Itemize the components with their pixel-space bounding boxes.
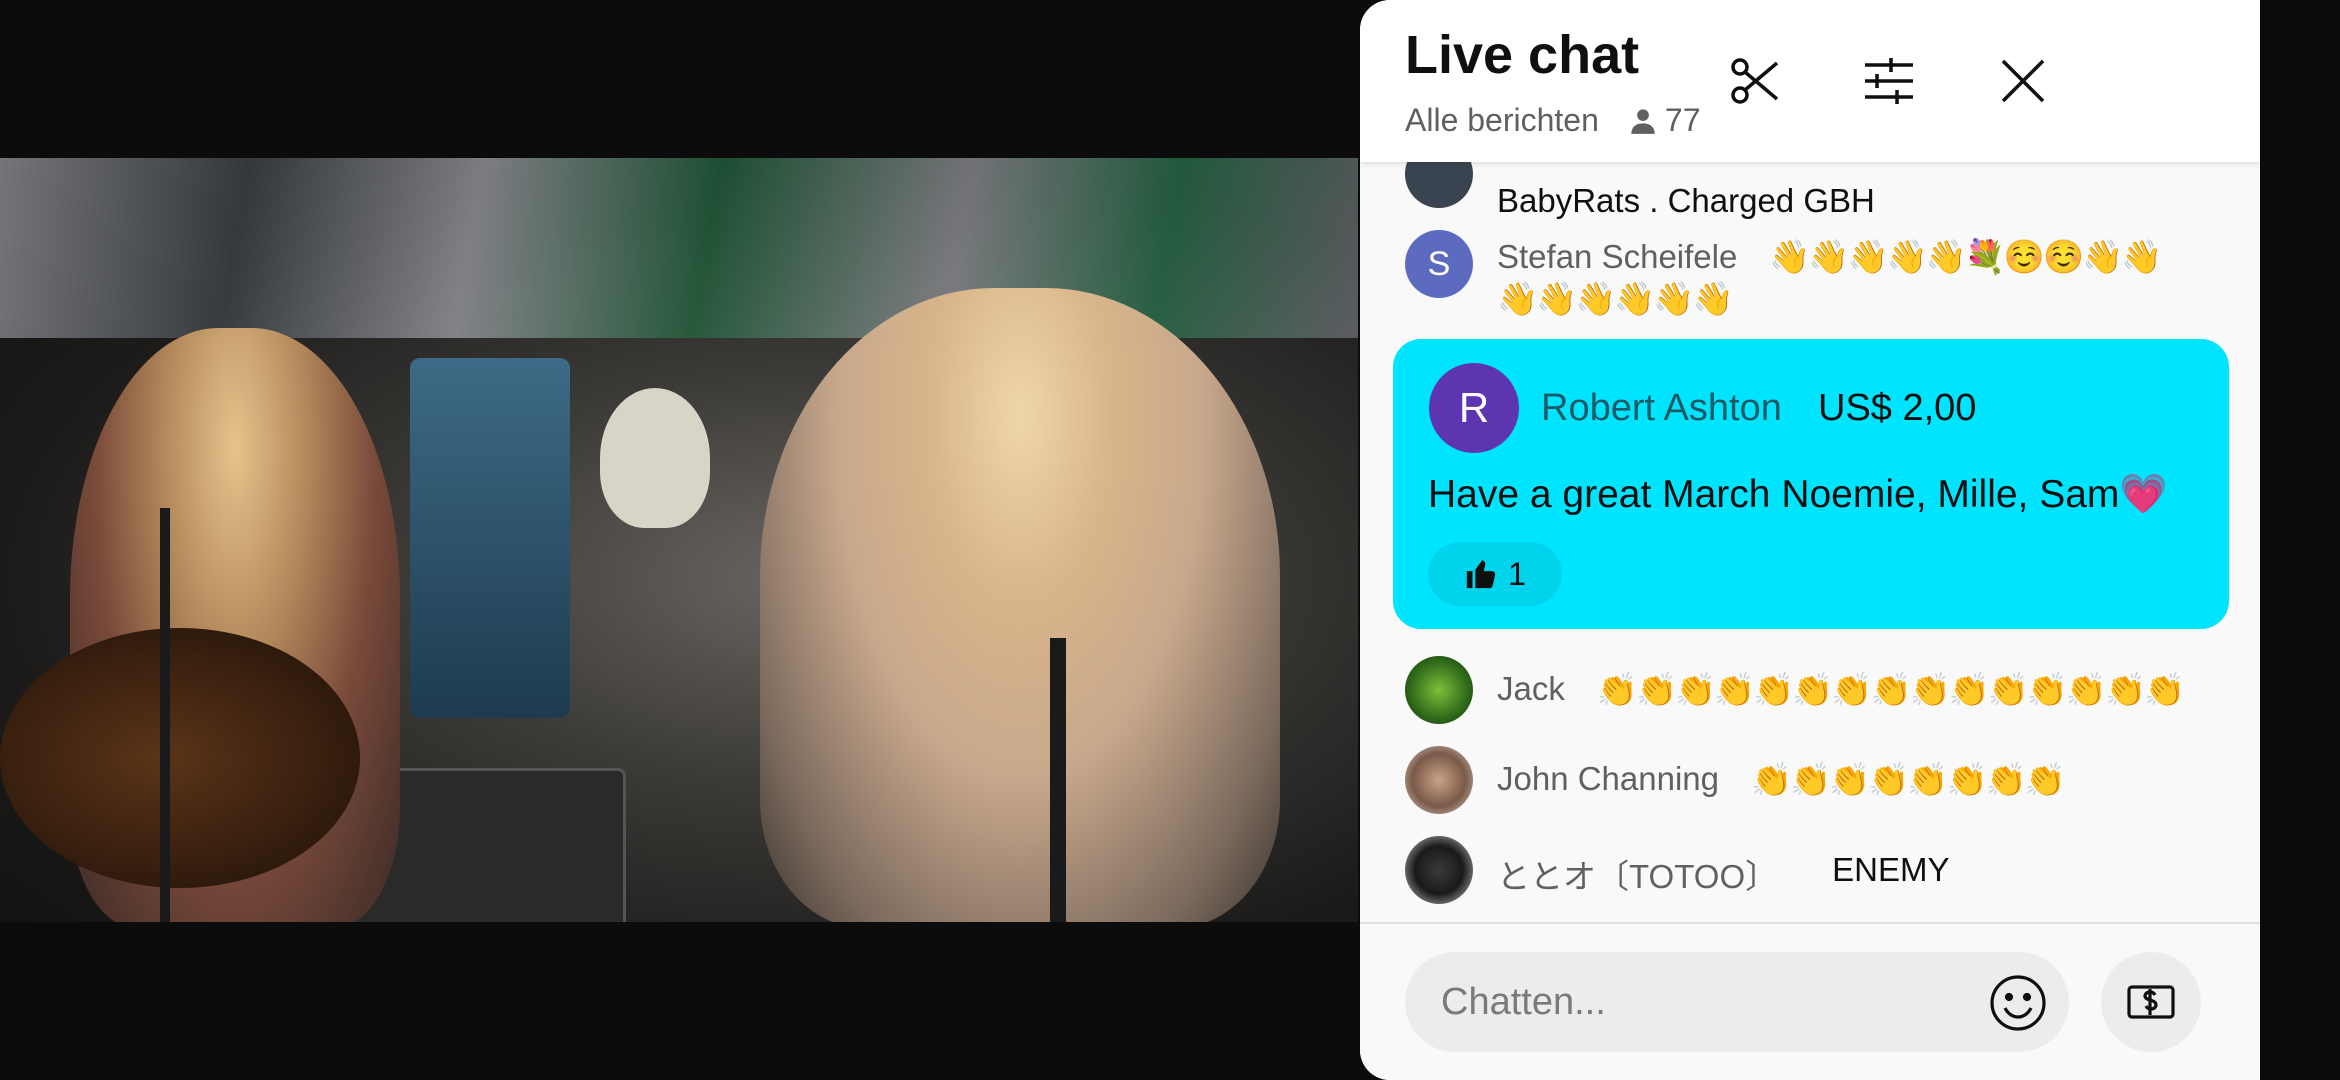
- message-text-continued: 👋👋👋👋👋👋: [1497, 280, 1734, 317]
- avatar[interactable]: R: [1429, 363, 1519, 453]
- avatar[interactable]: [1405, 746, 1473, 814]
- chat-message: John Channing 👏👏👏👏👏👏👏👏: [1405, 746, 2066, 814]
- clip-icon: [1731, 58, 1779, 104]
- chat-message: Jack 👏👏👏👏👏👏👏👏👏👏👏👏👏👏👏: [1405, 656, 2185, 724]
- live-chat-panel: Live chat Alle berichten 77 BabyRats . C…: [1360, 0, 2260, 1080]
- message-text: BabyRats . Charged GBH: [1497, 182, 1875, 219]
- avatar[interactable]: S: [1405, 230, 1473, 298]
- super-chat-author[interactable]: Robert Ashton: [1541, 387, 1782, 430]
- video-frame[interactable]: [0, 158, 1358, 922]
- viewer-count-value: 77: [1664, 102, 1701, 138]
- video-ceiling-decoration: [0, 158, 1358, 338]
- video-player[interactable]: [0, 0, 1360, 1080]
- super-chat-text: Have a great March Noemie, Mille, Sam💗: [1428, 473, 2168, 516]
- super-chat-amount: US$ 2,00: [1818, 387, 1977, 429]
- chat-message: BabyRats . Charged GBH: [1405, 162, 1875, 222]
- avatar[interactable]: [1405, 836, 1473, 904]
- chat-message-list[interactable]: BabyRats . Charged GBH S Stefan Scheifel…: [1360, 162, 2260, 922]
- video-mic-stand-left: [160, 508, 170, 922]
- viewer-count: 77: [1629, 102, 1701, 139]
- message-text: ENEMY: [1832, 851, 1950, 888]
- video-mic-right: [1050, 638, 1066, 922]
- thumbs-up-icon: [1466, 559, 1496, 589]
- filter-settings-button[interactable]: [1858, 50, 1920, 112]
- chat-input[interactable]: Chatten...: [1405, 952, 2069, 1052]
- video-skull-figure: [600, 388, 710, 528]
- super-chat-message: R Robert Ashton US$ 2,00 Have a great Ma…: [1393, 339, 2229, 629]
- chat-title: Live chat: [1405, 25, 1640, 85]
- like-button[interactable]: 1: [1428, 542, 1562, 606]
- message-author[interactable]: John Channing: [1497, 760, 1719, 798]
- chat-input-placeholder: Chatten...: [1441, 980, 1606, 1023]
- avatar[interactable]: [1405, 656, 1473, 724]
- message-author[interactable]: Jack: [1497, 670, 1565, 708]
- message-text: 👏👏👏👏👏👏👏👏👏👏👏👏👏👏👏: [1596, 671, 2185, 708]
- chat-header: Live chat Alle berichten 77: [1360, 0, 2260, 162]
- chat-subheader: Alle berichten 77: [1405, 102, 1700, 139]
- chat-footer: Chatten...: [1360, 922, 2260, 1080]
- super-chat-icon: [2127, 985, 2175, 1019]
- super-chat-button[interactable]: [2101, 952, 2201, 1052]
- screen-edge-strip: [2260, 0, 2340, 1080]
- video-performer-right: [760, 288, 1280, 922]
- close-icon: [2001, 59, 2045, 103]
- like-count: 1: [1508, 555, 1526, 592]
- message-text: 👏👏👏👏👏👏👏👏: [1751, 761, 2066, 798]
- chat-filter-selector[interactable]: Alle berichten: [1405, 102, 1599, 139]
- clip-button[interactable]: [1724, 50, 1786, 112]
- video-guitar: [0, 628, 360, 888]
- close-chat-button[interactable]: [1992, 50, 2054, 112]
- person-icon: [1631, 108, 1655, 134]
- message-author[interactable]: ととオ〔TOTOO〕: [1497, 850, 1778, 898]
- message-author[interactable]: Stefan Scheifele: [1497, 238, 1737, 278]
- emoji-button[interactable]: [1987, 972, 2049, 1034]
- chat-message: ととオ〔TOTOO〕 ENEMY: [1405, 836, 1950, 904]
- chat-message: S Stefan Scheifele 👋👋👋👋👋💐☺️☺️👋👋 👋👋👋👋👋👋: [1405, 230, 2162, 320]
- filter-icon: [1865, 58, 1913, 104]
- video-poster-figure: [410, 358, 570, 718]
- emoji-icon: [1990, 975, 2046, 1031]
- message-text: 👋👋👋👋👋💐☺️☺️👋👋: [1769, 238, 2162, 275]
- avatar[interactable]: [1405, 162, 1473, 208]
